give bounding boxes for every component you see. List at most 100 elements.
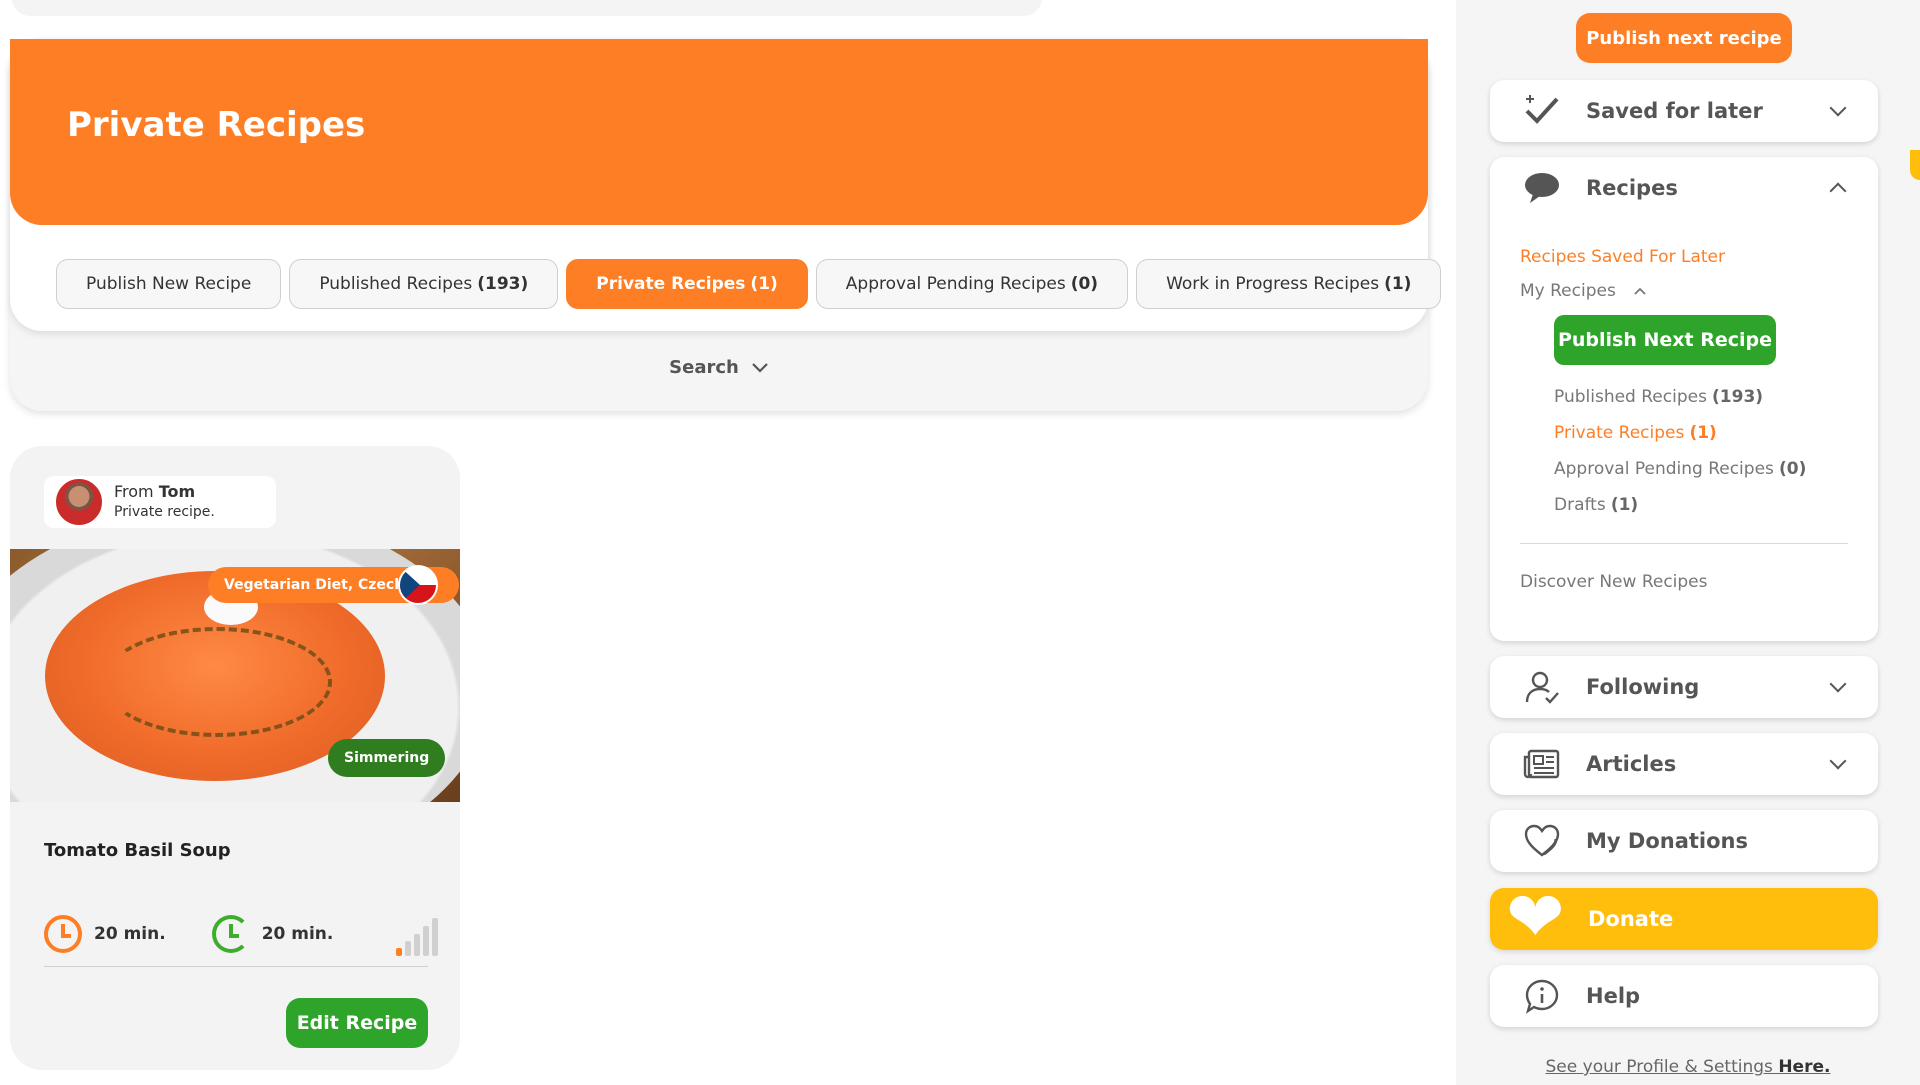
recipe-card: From Tom Private recipe. Vegetarian Diet…	[10, 446, 460, 1070]
difficulty-bar	[405, 941, 411, 956]
timer-check-icon	[211, 915, 250, 953]
main-content: Private Recipes Publish New Recipe Publi…	[0, 0, 1456, 1085]
tab-label: Approval Pending Recipes	[845, 274, 1066, 294]
sidebar-item-private[interactable]: Private Recipes (1)	[1554, 423, 1848, 443]
sidebar-item-pending[interactable]: Approval Pending Recipes (0)	[1554, 459, 1848, 479]
recipes-saved-for-later-link[interactable]: Recipes Saved For Later	[1520, 247, 1848, 267]
sidebar-row-recipes[interactable]: Recipes	[1490, 157, 1878, 219]
author-chip[interactable]: From Tom Private recipe.	[44, 476, 276, 528]
tab-approval-pending-recipes[interactable]: Approval Pending Recipes (0)	[815, 259, 1129, 309]
sidebar-row-articles[interactable]: Articles	[1490, 733, 1878, 795]
sidebar-label: Recipes	[1586, 176, 1678, 200]
heart-icon	[1522, 823, 1562, 859]
difficulty-bars-icon	[396, 916, 438, 956]
prep-time: 20 min.	[44, 915, 166, 953]
sidebar-row-help[interactable]: Help	[1490, 965, 1878, 1027]
recipe-photo[interactable]: Vegetarian Diet, Czech Simmering	[10, 549, 460, 802]
chevron-down-icon	[1829, 675, 1847, 693]
recipe-title[interactable]: Tomato Basil Soup	[44, 840, 231, 861]
czech-flag-icon	[398, 565, 438, 605]
edge-decoration	[1910, 150, 1920, 180]
difficulty-bar	[423, 926, 429, 956]
panel-header: Private Recipes Publish New Recipe Publi…	[10, 39, 1442, 331]
sidebar-saved-for-later[interactable]: Saved for later	[1490, 80, 1878, 142]
sidebar-item-label: Approval Pending Recipes	[1554, 459, 1774, 479]
sidebar-help[interactable]: Help	[1490, 965, 1878, 1027]
heart-icon: ❤	[1506, 876, 1565, 958]
donate-label: Donate	[1588, 907, 1674, 931]
tab-label: Published Recipes	[319, 274, 473, 294]
clock-icon	[44, 915, 82, 953]
search-toggle[interactable]: Search	[10, 357, 1428, 378]
recipe-tabs: Publish New Recipe Published Recipes (19…	[56, 259, 1442, 309]
discover-new-recipes-link[interactable]: Discover New Recipes	[1520, 572, 1848, 592]
donate-button[interactable]: ❤ Donate	[1490, 882, 1878, 952]
chevron-up-icon	[1634, 287, 1646, 295]
top-bar-stub	[12, 0, 1042, 16]
checkmark-icon	[1522, 93, 1562, 129]
tab-count: (193)	[477, 274, 529, 294]
recipes-submenu: Recipes Saved For Later My Recipes Publi…	[1490, 247, 1878, 592]
newspaper-icon	[1522, 746, 1562, 782]
my-recipes-list: Publish Next Recipe Published Recipes (1…	[1554, 315, 1848, 515]
profile-settings-link[interactable]: See your Profile & Settings Here.	[1456, 1057, 1920, 1077]
sidebar-item-label: Published Recipes	[1554, 387, 1707, 407]
tab-label: Work in Progress Recipes	[1166, 274, 1380, 294]
tab-count: (1)	[750, 274, 778, 294]
sidebar-label: Articles	[1586, 752, 1677, 776]
difficulty-bar	[414, 934, 420, 956]
sidebar-articles[interactable]: Articles	[1490, 733, 1878, 795]
from-label: From	[114, 482, 154, 501]
my-recipes-label: My Recipes	[1520, 281, 1616, 301]
sidebar-item-count: (193)	[1712, 387, 1764, 407]
sidebar-row-donations[interactable]: My Donations	[1490, 810, 1878, 872]
sidebar-item-count: (1)	[1610, 495, 1639, 515]
recipe-times: 20 min. 20 min.	[44, 912, 438, 956]
sidebar-label: Help	[1586, 984, 1641, 1008]
sidebar-item-drafts[interactable]: Drafts (1)	[1554, 495, 1848, 515]
sidebar-row-following[interactable]: Following	[1490, 656, 1878, 718]
prep-time-value: 20 min.	[94, 924, 166, 944]
hero-banner: Private Recipes	[10, 39, 1428, 225]
sidebar-item-published[interactable]: Published Recipes (193)	[1554, 387, 1848, 407]
sidebar-following[interactable]: Following	[1490, 656, 1878, 718]
cook-time: 20 min.	[211, 915, 334, 953]
sidebar-row-saved[interactable]: Saved for later	[1490, 80, 1878, 142]
tab-published-recipes[interactable]: Published Recipes (193)	[289, 259, 559, 309]
tab-private-recipes[interactable]: Private Recipes (1)	[566, 259, 808, 309]
oil-drizzle	[102, 627, 332, 737]
chevron-down-icon	[1829, 99, 1847, 117]
publish-next-recipe-sidebar-button[interactable]: Publish Next Recipe	[1554, 315, 1776, 365]
sidebar-item-label: Drafts	[1554, 495, 1606, 515]
visibility-text: Private recipe.	[114, 504, 215, 520]
diet-badge-label: Vegetarian Diet, Czech	[224, 577, 405, 593]
tab-count: (0)	[1070, 274, 1099, 294]
publish-next-recipe-button[interactable]: Publish next recipe	[1576, 13, 1792, 63]
sidebar-item-count: (1)	[1689, 423, 1717, 443]
sidebar: Publish next recipe Saved for later Reci…	[1456, 0, 1920, 1085]
my-recipes-toggle[interactable]: My Recipes	[1520, 281, 1848, 301]
card-divider	[44, 966, 428, 967]
speech-bubble-icon	[1522, 170, 1562, 206]
page-title: Private Recipes	[67, 105, 366, 145]
difficulty-bar	[432, 918, 438, 956]
cook-time-value: 20 min.	[261, 924, 334, 944]
stage-badge-label: Simmering	[344, 750, 430, 766]
edit-recipe-button[interactable]: Edit Recipe	[286, 998, 428, 1048]
recipes-panel: Private Recipes Publish New Recipe Publi…	[10, 39, 1442, 411]
sidebar-recipes: Recipes Recipes Saved For Later My Recip…	[1490, 157, 1878, 641]
profile-here-link[interactable]: Here.	[1778, 1057, 1830, 1077]
sidebar-my-donations[interactable]: My Donations	[1490, 810, 1878, 872]
chevron-up-icon	[1829, 182, 1847, 200]
tab-publish-new-recipe[interactable]: Publish New Recipe	[56, 259, 282, 309]
info-bubble-icon	[1522, 978, 1562, 1014]
author-info: From Tom Private recipe.	[114, 481, 215, 523]
submenu-divider	[1520, 543, 1848, 544]
tab-label: Publish New Recipe	[86, 274, 252, 294]
profile-prefix: See your Profile & Settings	[1545, 1057, 1773, 1077]
sidebar-label: My Donations	[1586, 829, 1748, 853]
sidebar-item-count: (0)	[1778, 459, 1807, 479]
chevron-down-icon	[752, 362, 768, 373]
sidebar-label: Following	[1586, 675, 1700, 699]
tab-work-in-progress-recipes[interactable]: Work in Progress Recipes (1)	[1136, 259, 1442, 309]
